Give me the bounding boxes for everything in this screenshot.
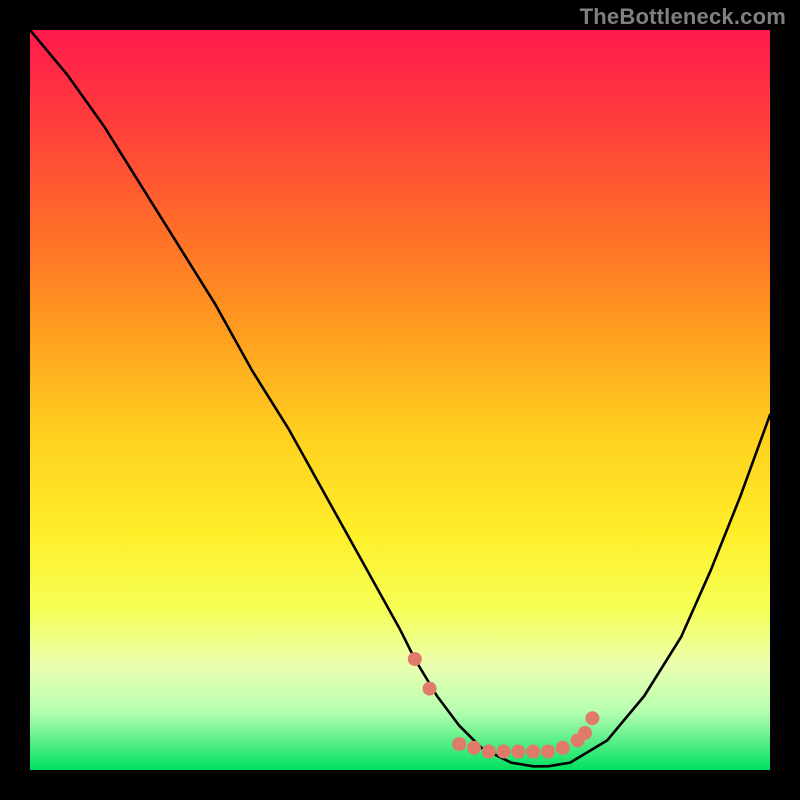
- plot-area: [30, 30, 770, 770]
- sweet-spot-dot: [408, 652, 422, 666]
- sweet-spot-dot: [511, 745, 525, 759]
- bottleneck-curve: [30, 30, 770, 766]
- sweet-spot-dot: [497, 745, 511, 759]
- sweet-spot-dot: [556, 741, 570, 755]
- sweet-spot-dot: [482, 745, 496, 759]
- sweet-spot-dot: [452, 737, 466, 751]
- attribution-text: TheBottleneck.com: [580, 4, 786, 30]
- sweet-spot-dot: [541, 745, 555, 759]
- sweet-spot-dots: [408, 652, 600, 759]
- curve-svg: [30, 30, 770, 770]
- sweet-spot-dot: [585, 711, 599, 725]
- sweet-spot-dot: [578, 726, 592, 740]
- sweet-spot-dot: [467, 741, 481, 755]
- chart-frame: TheBottleneck.com: [0, 0, 800, 800]
- sweet-spot-dot: [423, 682, 437, 696]
- sweet-spot-dot: [526, 745, 540, 759]
